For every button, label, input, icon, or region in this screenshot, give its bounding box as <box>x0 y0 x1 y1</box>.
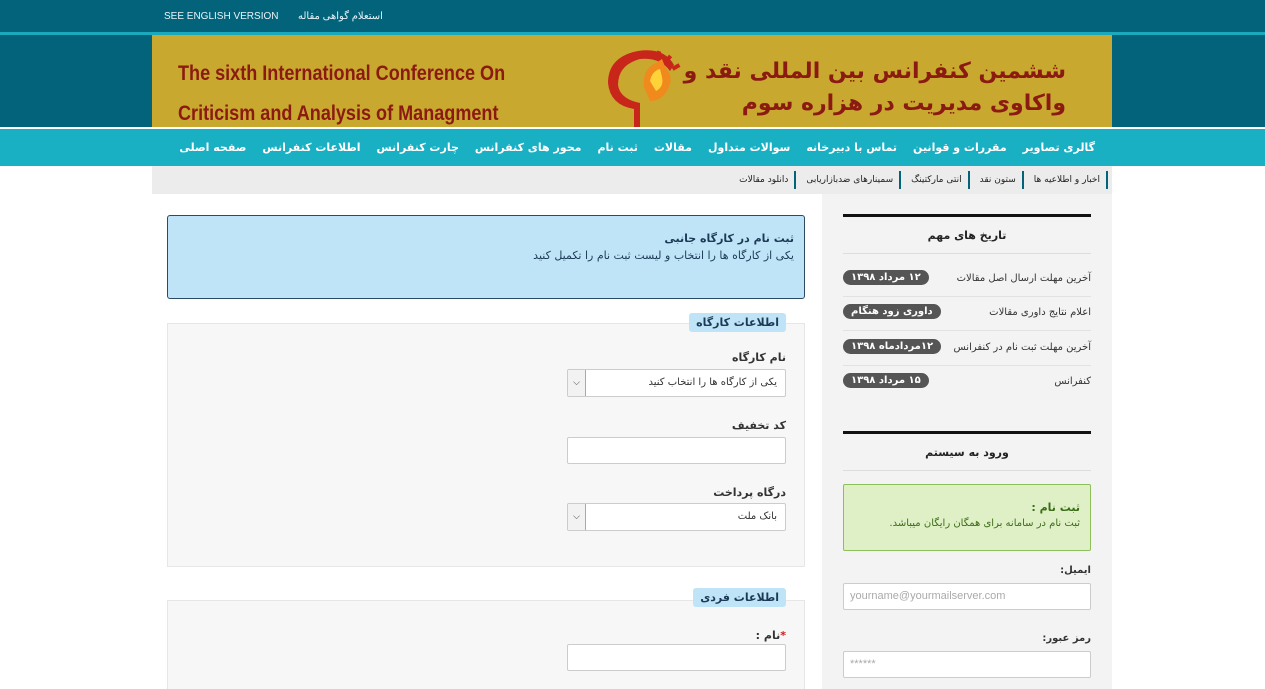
english-version-link[interactable]: SEE ENGLISH VERSION <box>164 11 278 22</box>
chevron-down-icon: ⌵ <box>568 504 586 530</box>
date-row: کنفرانس ۱۵ مرداد ۱۳۹۸ <box>843 367 1091 400</box>
subnav-item-news[interactable]: اخبار و اطلاعیه ها <box>1028 171 1108 189</box>
payment-gateway-label: درگاه پرداخت <box>713 486 786 499</box>
date-row: آخرین مهلت ارسال اصل مقالات ۱۲ مرداد ۱۳۹… <box>843 264 1091 297</box>
free-registration-notice: ثبت نام : ثبت نام در سامانه برای همگان ر… <box>843 484 1091 551</box>
first-name-label: *نام : <box>755 629 786 642</box>
top-bar: SEE ENGLISH VERSION استعلام گواهی مقاله <box>0 0 1265 32</box>
date-row: آخرین مهلت ثبت نام در کنفرانس ۱۲مردادماه… <box>843 333 1091 366</box>
certificate-inquiry-link[interactable]: استعلام گواهی مقاله <box>298 11 383 22</box>
workshop-select-value: یکی از کارگاه ها را انتخاب کنید <box>648 377 777 388</box>
register-text: ثبت نام در سامانه برای همگان رایگان میبا… <box>889 518 1080 529</box>
nav-item-registration[interactable]: ثبت نام <box>589 141 645 154</box>
head-logo-icon <box>608 50 681 127</box>
subnav-item-anti-marketing[interactable]: انتی مارکتینگ <box>905 171 970 189</box>
payment-gateway-select[interactable]: ⌵ بانک ملت <box>567 503 786 531</box>
email-input[interactable]: yourname@yourmailserver.com <box>843 583 1091 610</box>
workshop-info-legend: اطلاعات کارگاه <box>689 313 786 332</box>
nav-item-topics[interactable]: محور های کنفرانس <box>467 141 590 154</box>
nav-item-papers[interactable]: مقالات <box>646 141 700 154</box>
discount-code-input[interactable] <box>567 437 786 464</box>
login-title: ورود به سیستم <box>843 431 1091 471</box>
banner-title-fa-line2: واکاوی مدیریت در هزاره سوم <box>741 91 1066 116</box>
date-badge: ۱۵ مرداد ۱۳۹۸ <box>843 373 929 388</box>
banner-title-en-line1: The sixth International Conference On <box>178 62 506 85</box>
password-placeholder: ****** <box>850 658 876 670</box>
sub-navbar: اخبار و اطلاعیه ها ستون نقد انتی مارکتین… <box>152 166 1112 194</box>
workshop-select[interactable]: ⌵ یکی از کارگاه ها را انتخاب کنید <box>567 369 786 397</box>
password-label: رمز عبور: <box>1042 633 1091 644</box>
subnav-item-criticism-column[interactable]: ستون نقد <box>974 171 1024 189</box>
alert-title: ثبت نام در کارگاه جانبی <box>664 232 794 245</box>
chevron-down-icon: ⌵ <box>568 370 586 396</box>
subnav-item-seminars[interactable]: سمینارهای ضدبازاریابی <box>800 171 902 189</box>
nav-item-conference-info[interactable]: اطلاعات کنفرانس <box>254 141 368 154</box>
nav-item-home[interactable]: صفحه اصلی <box>171 141 254 154</box>
nav-item-rules[interactable]: مقررات و قوانین <box>905 141 1015 154</box>
workshop-registration-alert: ثبت نام در کارگاه جانبی یکی از کارگاه ها… <box>167 215 805 299</box>
alert-description: یکی از کارگاه ها را انتخاب و لیست ثبت نا… <box>533 249 794 262</box>
first-name-input[interactable] <box>567 644 786 671</box>
nav-item-gallery[interactable]: گالری تصاویر <box>1015 141 1103 154</box>
subnav-item-download-papers[interactable]: دانلود مقالات <box>733 171 797 189</box>
date-badge: داوری زود هنگام <box>843 304 941 319</box>
important-dates-title: تاریخ های مهم <box>843 214 1091 254</box>
banner-title-en-line2: Criticism and Analysis of Managment <box>178 102 499 125</box>
conference-banner: The sixth International Conference On Cr… <box>152 35 1112 127</box>
email-label: ایمیل: <box>1060 565 1091 576</box>
date-row: اعلام نتایج داوری مقالات داوری زود هنگام <box>843 298 1091 331</box>
payment-gateway-value: بانک ملت <box>737 511 777 522</box>
nav-item-faq[interactable]: سوالات متداول <box>700 141 798 154</box>
date-badge: ۱۲مردادماه ۱۳۹۸ <box>843 339 942 354</box>
email-placeholder: yourname@yourmailserver.com <box>850 590 1006 602</box>
personal-info-legend: اطلاعات فردی <box>693 588 786 607</box>
date-badge: ۱۲ مرداد ۱۳۹۸ <box>843 270 929 285</box>
required-mark: * <box>780 629 786 642</box>
nav-item-conference-chart[interactable]: چارت کنفرانس <box>369 141 467 154</box>
password-input[interactable]: ****** <box>843 651 1091 678</box>
banner-title-fa-line1: ششمین کنفرانس بین المللی نقد و <box>683 59 1066 84</box>
main-navbar: صفحه اصلی اطلاعات کنفرانس چارت کنفرانس م… <box>0 127 1265 166</box>
nav-item-contact[interactable]: تماس با دبیرخانه <box>798 141 905 154</box>
register-title[interactable]: ثبت نام : <box>854 501 1080 514</box>
discount-code-label: کد تخفیف <box>731 419 786 432</box>
workshop-name-label: نام کارگاه <box>731 351 786 364</box>
